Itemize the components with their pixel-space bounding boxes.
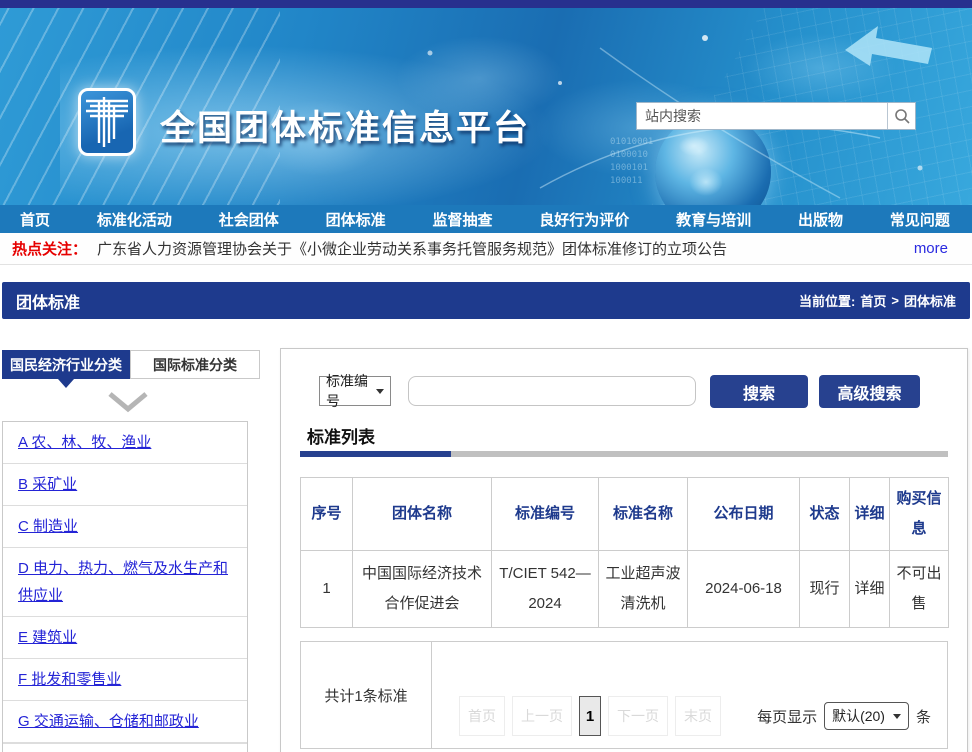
category-item-partial	[3, 743, 247, 752]
cell-code: T/CIET 542—2024	[492, 551, 599, 628]
search-field-select[interactable]: 标准编号	[319, 376, 391, 406]
site-title: 全国团体标准信息平台	[160, 100, 530, 151]
cell-purchase-info: 不可出售	[890, 551, 949, 628]
section-title-rule	[300, 451, 948, 457]
nav-item-standardization-activities[interactable]: 标准化活动	[97, 209, 172, 230]
category-item-e[interactable]: E 建筑业	[3, 617, 247, 659]
category-item-g[interactable]: G 交通运输、仓储和邮政业	[3, 701, 247, 743]
standard-query-input[interactable]	[408, 376, 696, 406]
chevron-down-icon	[107, 391, 149, 413]
main-panel: 标准编号 搜索 高级搜索 标准列表 序号 团体名称 标准编号 标准名称 公布日期…	[280, 348, 968, 752]
total-count: 共计1条标准	[301, 642, 432, 748]
col-detail: 详细	[850, 478, 890, 551]
col-code: 标准编号	[492, 478, 599, 551]
nav-item-home[interactable]: 首页	[20, 209, 50, 230]
category-item-b[interactable]: B 采矿业	[3, 464, 247, 506]
prev-page-button[interactable]: 上一页	[512, 696, 572, 736]
cell-status: 现行	[800, 551, 850, 628]
page: 01010001 0100010 1000101 100011	[0, 0, 972, 752]
breadcrumb-label: 当前位置:	[799, 291, 855, 310]
main-nav: 首页 标准化活动 社会团体 团体标准 监督抽查 良好行为评价 教育与培训 出版物…	[0, 205, 972, 233]
page-title-bar: 团体标准 当前位置: 首页 > 团体标准	[2, 282, 970, 319]
tab-international-standard-classification[interactable]: 国际标准分类	[130, 350, 260, 379]
site-logo	[78, 88, 136, 156]
banner: 01010001 0100010 1000101 100011	[0, 8, 972, 205]
per-page-unit: 条	[916, 706, 931, 727]
last-page-button[interactable]: 末页	[675, 696, 721, 736]
per-page-control: 每页显示 默认(20) 条	[757, 702, 931, 730]
active-tab-pointer	[58, 379, 74, 388]
nav-item-supervision[interactable]: 监督抽查	[432, 209, 492, 230]
col-name: 标准名称	[599, 478, 688, 551]
breadcrumb-separator: >	[891, 293, 899, 308]
advanced-search-button[interactable]: 高级搜索	[819, 375, 920, 408]
top-strip	[0, 0, 972, 8]
breadcrumb: 当前位置: 首页 > 团体标准	[799, 291, 956, 310]
col-date: 公布日期	[688, 478, 800, 551]
per-page-selected: 默认(20)	[832, 706, 885, 726]
news-link[interactable]: 广东省人力资源管理协会关于《小微企业劳动关系事务托管服务规范》团体标准修订的立项…	[97, 238, 727, 259]
col-seq: 序号	[301, 478, 353, 551]
search-field-selected: 标准编号	[326, 371, 376, 411]
cell-seq: 1	[301, 551, 353, 628]
logo-t-glyph	[86, 97, 128, 147]
page-title: 团体标准	[16, 289, 80, 313]
table-row: 1 中国国际经济技术合作促进会 T/CIET 542—2024 工业超声波清洗机…	[301, 551, 949, 628]
news-more-link[interactable]: more	[914, 240, 948, 257]
category-list: A 农、林、牧、渔业 B 采矿业 C 制造业 D 电力、热力、燃气及水生产和供应…	[2, 421, 248, 752]
per-page-select[interactable]: 默认(20)	[824, 702, 909, 730]
breadcrumb-home-link[interactable]: 首页	[860, 291, 886, 310]
category-item-f[interactable]: F 批发和零售业	[3, 659, 247, 701]
nav-item-social-groups[interactable]: 社会团体	[219, 209, 279, 230]
table-header-row: 序号 团体名称 标准编号 标准名称 公布日期 状态 详细 购买信息	[301, 478, 949, 551]
chevron-down-icon	[376, 389, 384, 394]
news-bar: 热点关注： 广东省人力资源管理协会关于《小微企业劳动关系事务托管服务规范》团体标…	[0, 233, 972, 265]
category-item-a[interactable]: A 农、林、牧、渔业	[3, 422, 247, 464]
news-label: 热点关注：	[12, 238, 87, 259]
category-item-c[interactable]: C 制造业	[3, 506, 247, 548]
chevron-down-icon	[893, 714, 901, 719]
arrow-left-icon	[845, 26, 932, 66]
nav-item-faq[interactable]: 常见问题	[890, 209, 950, 230]
first-page-button[interactable]: 首页	[459, 696, 505, 736]
next-page-button[interactable]: 下一页	[608, 696, 668, 736]
col-org: 团体名称	[353, 478, 492, 551]
site-search-input[interactable]	[637, 103, 887, 129]
pagination-box: 共计1条标准 首页 上一页 1 下一页 末页 每页显示 默认(20) 条	[300, 641, 948, 749]
nav-item-education[interactable]: 教育与培训	[676, 209, 751, 230]
pager: 首页 上一页 1 下一页 末页	[459, 696, 721, 736]
section-title: 标准列表	[307, 423, 375, 448]
breadcrumb-current[interactable]: 团体标准	[904, 291, 956, 310]
detail-link[interactable]: 详细	[850, 551, 890, 628]
standards-table: 序号 团体名称 标准编号 标准名称 公布日期 状态 详细 购买信息 1 中国国际…	[300, 477, 949, 628]
current-page-button[interactable]: 1	[579, 696, 601, 736]
per-page-label: 每页显示	[757, 706, 817, 727]
search-button[interactable]: 搜索	[710, 375, 808, 408]
col-purchase: 购买信息	[890, 478, 949, 551]
category-item-d[interactable]: D 电力、热力、燃气及水生产和供应业	[3, 548, 247, 617]
tab-national-economy-classification[interactable]: 国民经济行业分类	[2, 350, 130, 379]
cell-name: 工业超声波清洗机	[599, 551, 688, 628]
nav-item-group-standards[interactable]: 团体标准	[326, 209, 386, 230]
col-status: 状态	[800, 478, 850, 551]
search-icon	[894, 108, 910, 124]
cell-date: 2024-06-18	[688, 551, 800, 628]
cell-org: 中国国际经济技术合作促进会	[353, 551, 492, 628]
section-title-rule-accent	[300, 451, 451, 457]
site-search-button[interactable]	[887, 103, 915, 129]
site-search	[636, 102, 916, 130]
nav-item-good-behavior[interactable]: 良好行为评价	[539, 209, 629, 230]
nav-item-publications[interactable]: 出版物	[798, 209, 843, 230]
